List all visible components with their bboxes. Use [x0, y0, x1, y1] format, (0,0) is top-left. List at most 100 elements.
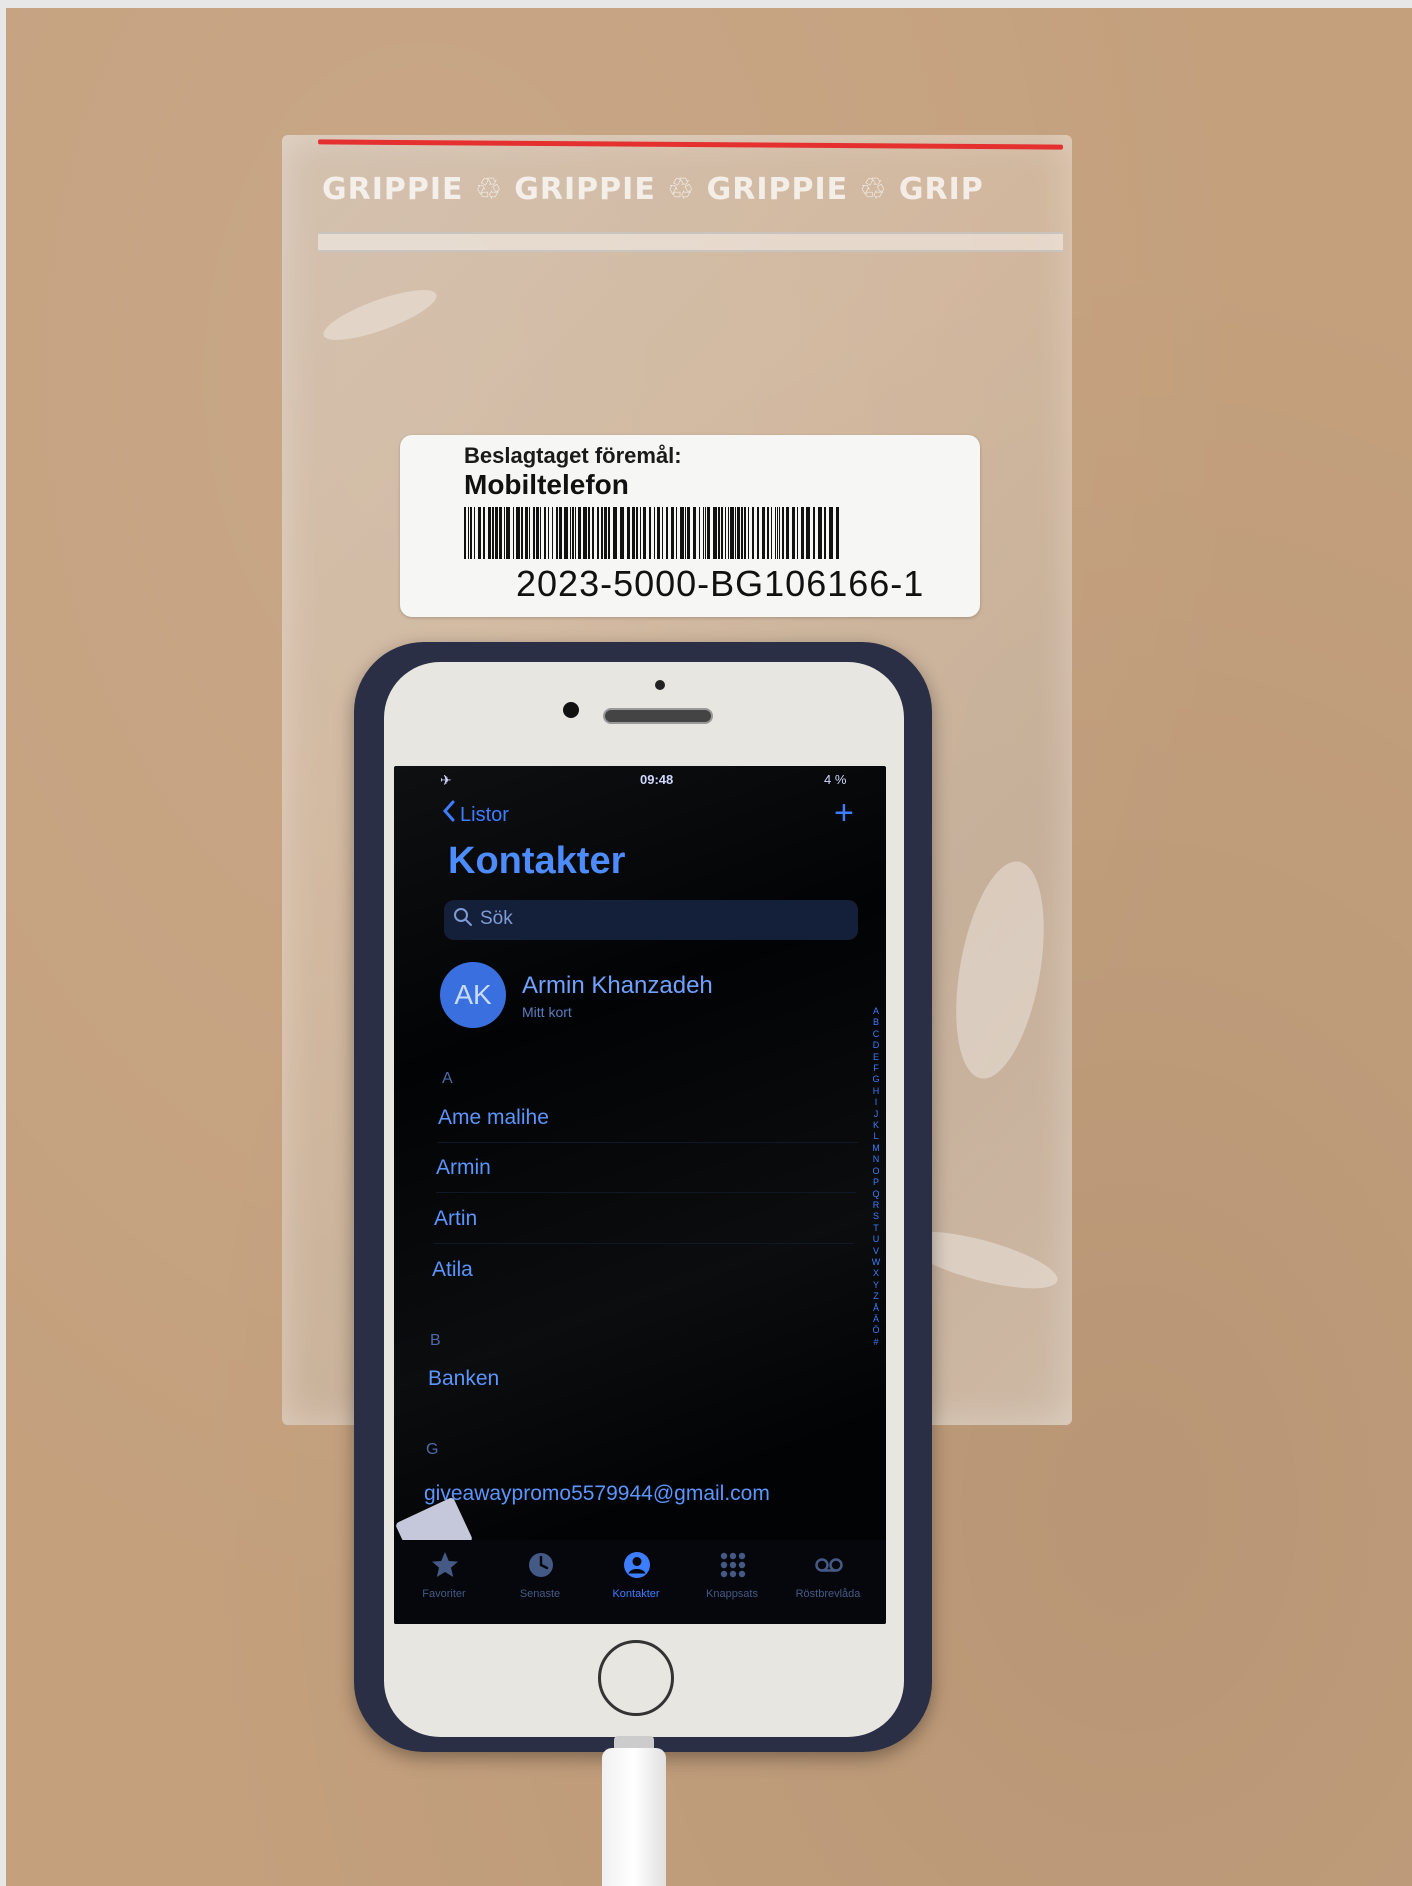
barcode-bar — [801, 507, 804, 559]
barcode-bar — [521, 507, 523, 559]
index-letter[interactable]: T — [870, 1223, 882, 1234]
index-letter[interactable]: F — [870, 1063, 882, 1074]
tab-kontakter[interactable]: Kontakter — [588, 1540, 684, 1624]
barcode-bar — [597, 507, 599, 559]
barcode-bar — [506, 507, 510, 559]
barcode-bar — [721, 507, 723, 559]
front-camera — [563, 702, 579, 718]
voicemail-icon — [815, 1558, 843, 1572]
index-letter[interactable]: P — [870, 1177, 882, 1188]
barcode-bar — [588, 507, 590, 559]
barcode-bar — [533, 507, 535, 559]
barcode-bar — [564, 507, 568, 559]
barcode-bar — [544, 507, 546, 559]
contact-row[interactable]: Artin — [434, 1207, 477, 1231]
contact-row[interactable]: Atila — [432, 1258, 473, 1282]
index-letter[interactable]: Å — [870, 1303, 882, 1314]
index-letter[interactable]: M — [870, 1143, 882, 1154]
barcode-bar — [649, 507, 651, 559]
barcode-bar — [676, 507, 677, 559]
index-letter[interactable]: Q — [870, 1189, 882, 1200]
tab-rostbrevlada[interactable]: Röstbrevlåda — [780, 1540, 876, 1624]
label-number: 2023-5000-BG106166-1 — [516, 563, 925, 604]
barcode-bar — [687, 507, 690, 559]
index-letter[interactable]: B — [870, 1017, 882, 1028]
index-letter[interactable]: E — [870, 1052, 882, 1063]
barcode-bar — [797, 507, 798, 559]
barcode-bar — [813, 507, 815, 559]
evidence-label: Beslagtaget föremål: Mobiltelefon 2023-5… — [400, 435, 980, 617]
barcode-bar — [730, 507, 734, 559]
contact-row[interactable]: Banken — [428, 1367, 499, 1391]
my-card-name[interactable]: Armin Khanzadeh — [522, 972, 713, 1000]
barcode-bar — [707, 507, 710, 559]
barcode-bar — [666, 507, 668, 559]
home-button[interactable] — [598, 1640, 674, 1716]
barcode-bar — [570, 507, 571, 559]
charging-cable — [602, 1748, 666, 1886]
index-letter[interactable]: W — [870, 1257, 882, 1268]
barcode-bar — [474, 507, 475, 559]
index-letter[interactable]: N — [870, 1154, 882, 1165]
index-letter[interactable]: Ö — [870, 1325, 882, 1336]
barcode-bar — [464, 507, 466, 559]
index-letter[interactable]: L — [870, 1131, 882, 1142]
barcode-bar — [495, 507, 498, 559]
avatar[interactable]: AK — [440, 962, 506, 1028]
barcode-bar — [806, 507, 810, 559]
back-button[interactable]: Listor — [460, 804, 509, 827]
barcode-bar — [525, 507, 528, 559]
index-letter[interactable]: J — [870, 1109, 882, 1120]
barcode-bar — [705, 507, 706, 559]
barcode-bar — [636, 507, 638, 559]
contact-row[interactable]: giveawaypromo5579944@gmail.com — [424, 1482, 770, 1506]
section-header-g: G — [426, 1441, 439, 1458]
bag-zipper — [318, 232, 1063, 252]
barcode-bar — [604, 507, 607, 559]
barcode-bar — [762, 507, 765, 559]
index-letter[interactable]: G — [870, 1074, 882, 1085]
index-letter[interactable]: # — [870, 1337, 882, 1348]
barcode-bar — [693, 507, 696, 559]
phone-screen: ✈ 09:48 4 % Listor + Kontakter Sök AK Ar… — [394, 766, 886, 1624]
add-contact-button[interactable]: + — [834, 796, 854, 830]
tab-knappsats[interactable]: Knappsats — [684, 1540, 780, 1624]
tab-favoriter[interactable]: Favoriter — [396, 1540, 492, 1624]
barcode-bar — [540, 507, 541, 559]
index-letter[interactable]: O — [870, 1166, 882, 1177]
tab-senaste[interactable]: Senaste — [492, 1540, 588, 1624]
section-header-b: B — [430, 1332, 441, 1349]
barcode-bar — [499, 507, 502, 559]
bag-brand-print: GRIPPIE ♲ GRIPPIE ♲ GRIPPIE ♲ GRIP — [322, 172, 984, 207]
index-letter[interactable]: H — [870, 1086, 882, 1097]
chevron-left-icon[interactable] — [442, 800, 456, 822]
index-letter[interactable]: K — [870, 1120, 882, 1131]
barcode-bar — [572, 507, 574, 559]
barcode-bar — [620, 507, 624, 559]
barcode-bar — [601, 507, 603, 559]
index-letter[interactable]: D — [870, 1040, 882, 1051]
index-letter[interactable]: Y — [870, 1280, 882, 1291]
index-letter[interactable]: Ä — [870, 1314, 882, 1325]
contact-row[interactable]: Ame malihe — [438, 1106, 549, 1130]
barcode-bar — [767, 507, 769, 559]
barcode-bar — [468, 507, 469, 559]
barcode-bar — [699, 507, 700, 559]
index-letter[interactable]: V — [870, 1246, 882, 1257]
index-letter[interactable]: X — [870, 1268, 882, 1279]
index-letter[interactable]: U — [870, 1234, 882, 1245]
index-letter[interactable]: S — [870, 1211, 882, 1222]
contact-row[interactable]: Armin — [436, 1156, 491, 1180]
barcode-bar — [592, 507, 594, 559]
alphabet-index[interactable]: A B C D E F G H I J K L M N O P Q R S T U V W X Y Z Å Ä Ö # — [870, 1006, 882, 1486]
barcode-bar — [685, 507, 686, 559]
index-letter[interactable]: R — [870, 1200, 882, 1211]
index-letter[interactable]: Z — [870, 1291, 882, 1302]
airplane-icon: ✈ — [440, 772, 452, 788]
barcode-bar — [737, 507, 740, 559]
barcode-bar — [552, 507, 553, 559]
index-letter[interactable]: A — [870, 1006, 882, 1017]
index-letter[interactable]: C — [870, 1029, 882, 1040]
tab-label: Kontakter — [612, 1588, 660, 1600]
index-letter[interactable]: I — [870, 1097, 882, 1108]
